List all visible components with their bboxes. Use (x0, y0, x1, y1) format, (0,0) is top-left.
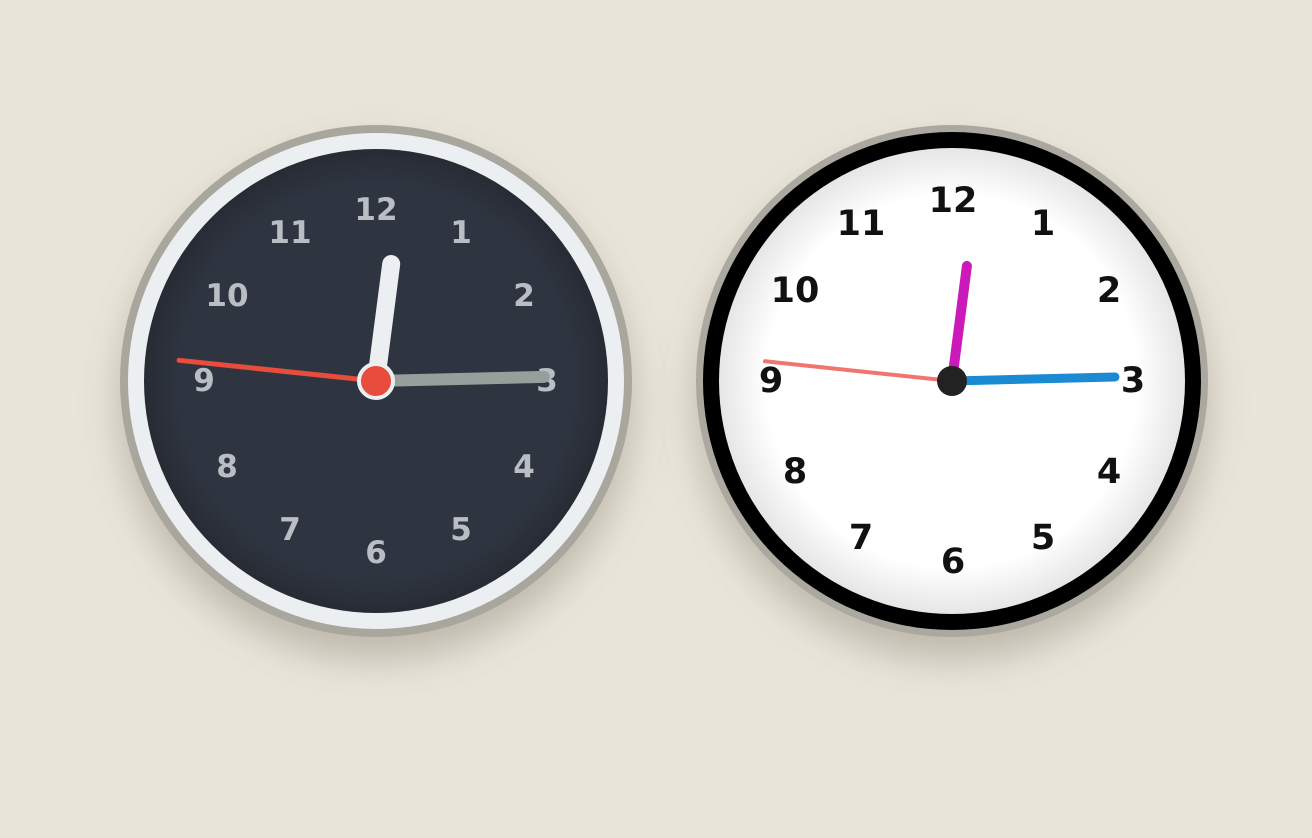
light-clock-numeral-6: 6 (941, 542, 965, 582)
light-clock-numeral-10: 10 (771, 271, 820, 311)
light-clock-numeral-8: 8 (783, 452, 807, 492)
dark-clock-numeral-9: 9 (193, 363, 215, 399)
dark-clock-numeral-5: 5 (450, 512, 472, 548)
light-clock-numeral-12: 12 (929, 181, 978, 221)
dark-clock-numeral-8: 8 (216, 449, 238, 485)
light-clock-numeral-2: 2 (1097, 271, 1121, 311)
light-clock-numeral-11: 11 (837, 204, 886, 244)
dark-clock-numeral-7: 7 (279, 512, 301, 548)
dark-clock-numeral-12: 12 (354, 192, 397, 228)
light-clock: 12 1 2 3 4 5 6 7 8 9 10 11 (696, 125, 1208, 637)
clock-stage: 12 1 2 3 4 5 6 7 8 9 10 11 12 1 2 3 4 5 (120, 125, 1208, 637)
light-clock-minute-hand (947, 372, 1120, 386)
dark-clock: 12 1 2 3 4 5 6 7 8 9 10 11 (120, 125, 632, 637)
light-clock-numeral-3: 3 (1121, 361, 1145, 401)
dark-clock-numeral-6: 6 (365, 535, 387, 571)
dark-clock-center-cap (357, 362, 395, 400)
light-clock-center-cap (937, 366, 967, 396)
light-clock-numeral-7: 7 (849, 518, 873, 558)
light-clock-numeral-1: 1 (1031, 204, 1055, 244)
light-clock-numeral-5: 5 (1031, 518, 1055, 558)
light-clock-numeral-4: 4 (1097, 452, 1121, 492)
dark-clock-numeral-10: 10 (205, 278, 248, 314)
dark-clock-numeral-1: 1 (450, 215, 472, 251)
light-clock-numeral-9: 9 (759, 361, 783, 401)
dark-clock-numeral-2: 2 (513, 278, 535, 314)
dark-clock-numeral-11: 11 (268, 215, 311, 251)
dark-clock-minute-hand (370, 370, 550, 387)
dark-clock-numeral-4: 4 (513, 449, 535, 485)
